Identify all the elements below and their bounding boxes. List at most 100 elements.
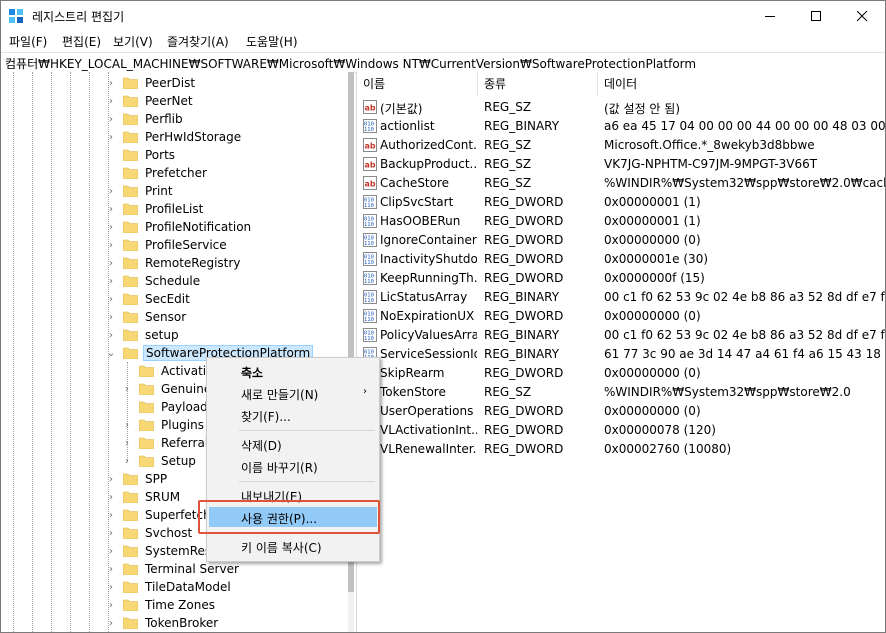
context-menu-item-rename[interactable]: 이름 바꾸기(R) bbox=[209, 456, 377, 476]
value-row[interactable]: 010 110 LicStatusArray REG_BINARY 00 c1 f0 6… bbox=[357, 288, 885, 307]
expand-chevron-icon[interactable]: › bbox=[105, 563, 117, 575]
tree-node-label[interactable]: Print bbox=[143, 184, 175, 198]
value-row[interactable]: 010 110 ClipSvcStart REG_DWORD 0x00000001 (1… bbox=[357, 193, 885, 212]
tree-node-label[interactable]: Setup bbox=[159, 454, 198, 468]
value-row[interactable]: 010 110 NoExpirationUX REG_DWORD 0x00000000 … bbox=[357, 307, 885, 326]
tree-node-label[interactable]: RemoteRegistry bbox=[143, 256, 242, 270]
context-menu-item-find[interactable]: 찾기(F)... bbox=[209, 405, 377, 425]
expand-chevron-icon[interactable]: › bbox=[105, 293, 117, 305]
expand-chevron-icon[interactable]: › bbox=[105, 473, 117, 485]
tree-node-label[interactable]: ProfileList bbox=[143, 202, 205, 216]
expand-chevron-icon[interactable]: › bbox=[105, 221, 117, 233]
svg-text:110: 110 bbox=[364, 279, 374, 285]
menu-edit[interactable]: 편집(E) bbox=[60, 33, 103, 50]
column-header-data[interactable]: 데이터 bbox=[598, 72, 885, 96]
tree-node-label[interactable]: ProfileNotification bbox=[143, 220, 253, 234]
minimize-button[interactable] bbox=[747, 1, 793, 31]
tree-node-label[interactable]: SecEdit bbox=[143, 292, 192, 306]
tree-node-label[interactable]: Sensor bbox=[143, 310, 188, 324]
expand-chevron-icon[interactable]: › bbox=[105, 491, 117, 503]
tree-node-label[interactable]: TileDataModel bbox=[143, 580, 233, 594]
tree-node-label[interactable]: SRUM bbox=[143, 490, 182, 504]
value-row[interactable]: 010 110 PolicyValuesArray REG_BINARY 00 c1 f… bbox=[357, 326, 885, 345]
value-row[interactable]: 010 110 actionlist REG_BINARY a6 ea 45 17 04… bbox=[357, 117, 885, 136]
value-row[interactable]: 010 110 KeepRunningTh... REG_DWORD 0x0000000… bbox=[357, 269, 885, 288]
value-row[interactable]: 010110UserOperationsREG_DWORD0x00000000 … bbox=[357, 402, 885, 421]
expand-chevron-icon[interactable]: › bbox=[105, 239, 117, 251]
value-row[interactable]: ab BackupProduct... REG_SZ VK7JG-NPHTM-C97J… bbox=[357, 155, 885, 174]
expand-chevron-icon[interactable]: › bbox=[105, 185, 117, 197]
tree-node-label[interactable]: PeerNet bbox=[143, 94, 195, 108]
column-header-name[interactable]: 이름 bbox=[357, 72, 478, 96]
expand-chevron-icon[interactable]: › bbox=[105, 329, 117, 341]
tree-node-label[interactable]: Plugins bbox=[159, 418, 206, 432]
tree-node-label[interactable]: TokenBroker bbox=[143, 616, 220, 630]
expand-chevron-icon[interactable]: › bbox=[105, 275, 117, 287]
menu-file[interactable]: 파일(F) bbox=[7, 33, 49, 50]
collapse-chevron-icon[interactable]: ⌄ bbox=[105, 347, 117, 359]
svg-text:110: 110 bbox=[364, 260, 374, 266]
value-row[interactable]: ab CacheStore REG_SZ %WINDIR%₩System32₩spp₩… bbox=[357, 174, 885, 193]
tree-node-label[interactable]: Schedule bbox=[143, 274, 202, 288]
expand-chevron-icon[interactable]: › bbox=[105, 617, 117, 629]
expand-chevron-icon[interactable]: › bbox=[105, 509, 117, 521]
tree-node-label[interactable]: Ports bbox=[143, 148, 177, 162]
menu-help[interactable]: 도움말(H) bbox=[244, 33, 300, 50]
value-row[interactable]: 010 110 HasOOBERun REG_DWORD 0x00000001 (1) bbox=[357, 212, 885, 231]
folder-icon bbox=[139, 383, 154, 395]
expand-chevron-icon[interactable]: › bbox=[105, 257, 117, 269]
expand-chevron-icon[interactable]: › bbox=[105, 311, 117, 323]
expand-chevron-icon[interactable]: › bbox=[121, 437, 133, 449]
expand-chevron-icon[interactable]: › bbox=[121, 419, 133, 431]
value-row[interactable]: 010110ServiceSessionIdREG_BINARY61 77 3c… bbox=[357, 345, 885, 364]
value-name: CacheStore bbox=[380, 176, 450, 190]
tree-node-label[interactable]: Time Zones bbox=[143, 598, 217, 612]
tree-node-label[interactable]: setup bbox=[143, 328, 181, 342]
value-row[interactable]: 010110SkipRearmREG_DWORD0x00000000 (0) bbox=[357, 364, 885, 383]
tree-node-label[interactable]: ProfileService bbox=[143, 238, 229, 252]
value-row[interactable]: 010110VLRenewalInter...REG_DWORD0x000027… bbox=[357, 440, 885, 459]
expand-chevron-icon[interactable]: › bbox=[105, 545, 117, 557]
value-name: IgnoreContainer... bbox=[380, 233, 477, 247]
tree-node-label[interactable]: PeerDist bbox=[143, 76, 197, 90]
menu-view[interactable]: 보기(V) bbox=[111, 33, 155, 50]
tree-node-label[interactable]: Perflib bbox=[143, 112, 185, 126]
tree-node-label[interactable]: Svchost bbox=[143, 526, 194, 540]
tree-node-label[interactable]: SPP bbox=[143, 472, 169, 486]
expand-chevron-icon[interactable]: › bbox=[105, 581, 117, 593]
expand-chevron-icon[interactable]: › bbox=[105, 527, 117, 539]
no-expander bbox=[121, 401, 133, 413]
context-menu-item-delete[interactable]: 삭제(D) bbox=[209, 434, 377, 454]
folder-icon bbox=[123, 329, 138, 341]
expand-chevron-icon[interactable]: › bbox=[105, 203, 117, 215]
title-bar[interactable]: 레지스트리 편집기 bbox=[1, 1, 885, 31]
address-bar[interactable]: 컴퓨터₩HKEY_LOCAL_MACHINE₩SOFTWARE₩Microsof… bbox=[1, 52, 885, 73]
value-row[interactable]: 010 110 IgnoreContainer... REG_DWORD 0x00000… bbox=[357, 231, 885, 250]
expand-chevron-icon[interactable]: › bbox=[105, 77, 117, 89]
value-row[interactable]: abTokenStoreREG_SZ%WINDIR%₩System32₩spp₩… bbox=[357, 383, 885, 402]
value-list[interactable]: 이름 종류 데이터 ab (기본값) REG_SZ (값 설정 안 됨) 010 110 a… bbox=[356, 72, 885, 632]
tree-node-label[interactable]: Prefetcher bbox=[143, 166, 209, 180]
value-row[interactable]: ab AuthorizedCont... REG_SZ Microsoft.Offic… bbox=[357, 136, 885, 155]
address-path[interactable]: 컴퓨터₩HKEY_LOCAL_MACHINE₩SOFTWARE₩Microsof… bbox=[5, 55, 696, 72]
menu-favorites[interactable]: 즐겨찾기(A) bbox=[165, 33, 231, 50]
tree-node-label[interactable]: Terminal Server bbox=[143, 562, 241, 576]
expand-chevron-icon[interactable]: › bbox=[105, 95, 117, 107]
value-row[interactable]: 010110InactivityShutdo... REG_DWORD 0x0000… bbox=[357, 250, 885, 269]
close-button[interactable] bbox=[839, 1, 885, 31]
expand-chevron-icon[interactable]: › bbox=[121, 455, 133, 467]
expand-chevron-icon[interactable]: › bbox=[105, 599, 117, 611]
context-menu-item-collapse[interactable]: 축소 bbox=[209, 361, 377, 381]
expand-chevron-icon[interactable]: › bbox=[105, 131, 117, 143]
tree-node-label[interactable]: PerHwIdStorage bbox=[143, 130, 243, 144]
context-menu-item-new[interactable]: 새로 만들기(N) › bbox=[209, 383, 377, 403]
value-row[interactable]: 010110VLActivationInt...REG_DWORD0x00000… bbox=[357, 421, 885, 440]
expand-chevron-icon[interactable]: › bbox=[105, 113, 117, 125]
binary-value-icon: 010110 bbox=[363, 290, 377, 304]
maximize-button[interactable] bbox=[793, 1, 839, 31]
string-value-icon: ab bbox=[363, 176, 377, 190]
value-row[interactable]: ab (기본값) REG_SZ (값 설정 안 됨) bbox=[357, 98, 885, 117]
context-menu-item-copy-key-name[interactable]: 키 이름 복사(C) bbox=[209, 536, 377, 556]
expand-chevron-icon[interactable]: › bbox=[121, 383, 133, 395]
column-header-type[interactable]: 종류 bbox=[478, 72, 598, 96]
